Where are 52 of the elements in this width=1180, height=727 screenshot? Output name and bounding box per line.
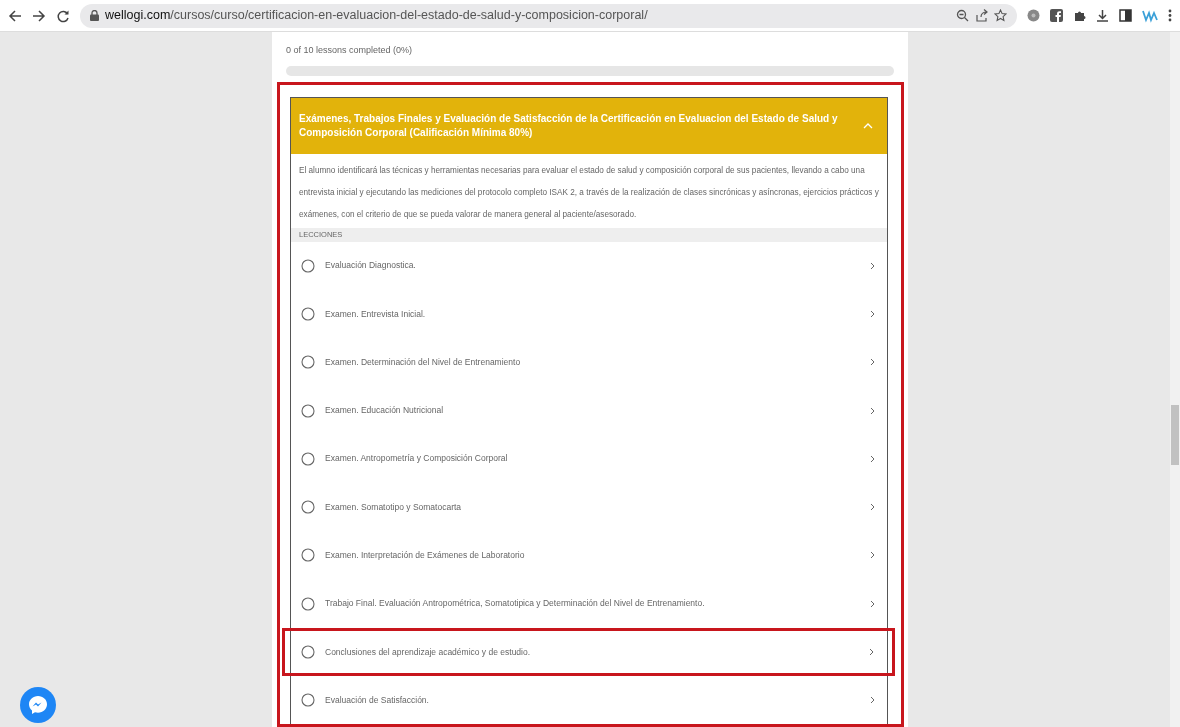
messenger-icon [28, 695, 48, 715]
lesson-title: Examen. Determinación del Nivel de Entrenamiento [325, 355, 522, 369]
chevron-right-icon [869, 648, 874, 656]
lesson-title: Evaluación Diagnostica. [325, 259, 417, 272]
lesson-row[interactable]: Examen. Somatotipo y Somatocarta [291, 483, 887, 532]
star-icon[interactable] [994, 9, 1007, 22]
section-title: Exámenes, Trabajos Finales y Evaluación de Satisfacción de la Certificación en Evaluacion del Estado de Salud y Composición Corporal (Calificación Mínima 80%) [299, 111, 839, 140]
lesson-title: Examen. Somatotipo y Somatocarta [325, 500, 463, 514]
lesson-title: Examen. Antropometría y Composición Corporal [325, 452, 509, 466]
lesson-title: Examen. Educación Nutricional [325, 404, 445, 417]
chevron-right-icon [870, 454, 875, 463]
lesson-title: Evaluación de Satisfacción. [325, 693, 430, 707]
messenger-button[interactable] [20, 687, 56, 723]
section-description: El alumno identificará las técnicas y herramientas necesarias para evaluar el estado de salud y composición corporal de sus pacientes, llevando a cabo una entrevista inicial y ejecutando las mediciones del protocolo completo ISAK 2, a través de la realización de clases sincrónicas y asíncronas, ejercicios prácticos y exámenes, con el criterio de que se pueda valorar de manera general al paciente/asesorado. [298, 164, 880, 221]
chevron-right-icon [870, 503, 875, 512]
chevron-right-icon [870, 358, 875, 367]
facebook-icon[interactable] [1050, 9, 1063, 22]
chevron-right-icon [870, 309, 875, 318]
progress-text: 0 of 10 lessons completed (0%) [286, 44, 414, 57]
zoom-icon[interactable] [956, 9, 969, 22]
scrollbar[interactable] [1170, 32, 1180, 727]
extension-icon[interactable] [1027, 9, 1040, 22]
url-text: wellogi.com/cursos/curso/certificacion-en-evaluacion-del-estado-de-salud-y-composicion-corporal/ [105, 7, 648, 25]
chevron-right-icon [870, 599, 875, 608]
lesson-row[interactable]: Examen. Determinación del Nivel de Entrenamiento [291, 338, 887, 387]
side-panel-icon[interactable] [1119, 9, 1132, 22]
puzzle-icon[interactable] [1073, 9, 1086, 22]
download-icon[interactable] [1096, 9, 1109, 22]
chevron-right-icon [870, 261, 875, 270]
lesson-title: Examen. Entrevista Inicial. [325, 307, 427, 321]
lesson-row[interactable]: Examen. Entrevista Inicial. [291, 289, 887, 339]
share-icon[interactable] [975, 9, 988, 22]
reload-icon[interactable] [56, 8, 70, 23]
lesson-row[interactable]: Evaluación Diagnostica. [291, 241, 887, 290]
lesson-row[interactable]: Examen. Antropometría y Composición Corporal [291, 434, 887, 483]
back-icon[interactable] [8, 8, 22, 23]
lesson-row[interactable]: Trabajo Final. Evaluación Antropométrica, Somatotipica y Determinación del Nivel de Entrenamiento. [291, 579, 887, 628]
chevron-right-icon [870, 696, 875, 705]
lesson-title: Trabajo Final. Evaluación Antropométrica, Somatotipica y Determinación del Nivel de Entrenamiento. [325, 597, 706, 611]
lesson-row[interactable]: Examen. Educación Nutricional [291, 386, 887, 435]
lesson-row[interactable]: Examen. Interpretación de Exámenes de Laboratorio [291, 531, 887, 580]
chevron-right-icon [870, 551, 875, 560]
menu-icon[interactable] [1168, 9, 1172, 22]
scrollbar-thumb[interactable] [1171, 405, 1179, 465]
lesson-row[interactable]: Evaluación de Satisfacción. [291, 676, 887, 725]
lesson-title: Conclusiones del aprendizaje académico y de estudio. [325, 645, 532, 659]
highlighted-lesson-row[interactable]: Conclusiones del aprendizaje académico y de estudio. [282, 627, 895, 677]
address-bar[interactable]: wellogi.com/cursos/curso/certificacion-en-evaluacion-del-estado-de-salud-y-composicion-corporal/ [80, 3, 1017, 28]
lesson-title: Examen. Interpretación de Exámenes de Laboratorio [325, 549, 526, 562]
forward-icon[interactable] [32, 8, 46, 23]
lock-icon [90, 10, 99, 21]
chevron-right-icon [870, 406, 875, 415]
